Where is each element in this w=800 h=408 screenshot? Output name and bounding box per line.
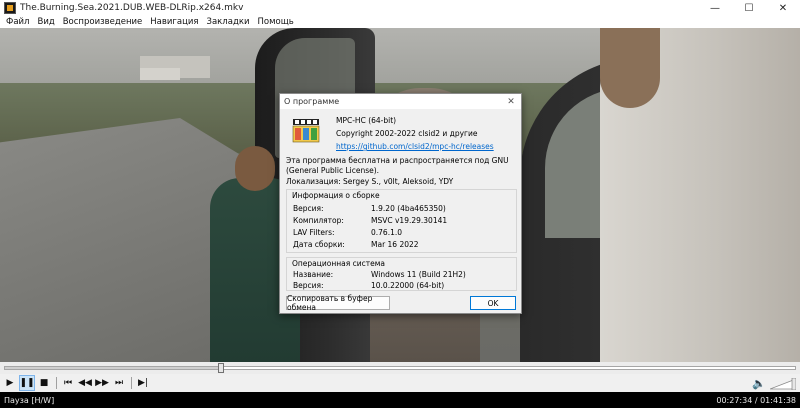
build-date-label: Дата сборки:: [293, 240, 345, 249]
dialog-close-button[interactable]: ✕: [505, 97, 517, 107]
os-info-group: Операционная система Название: Windows 1…: [286, 257, 517, 291]
build-lav-label: LAV Filters:: [293, 228, 335, 237]
build-info-group: Информация о сборке Версия: 1.9.20 (4ba4…: [286, 189, 517, 253]
pause-button[interactable]: ❚❚: [19, 375, 35, 391]
ok-button[interactable]: OK: [470, 296, 516, 310]
seek-thumb[interactable]: [218, 363, 225, 373]
playback-time: 00:27:34 / 01:41:38: [716, 395, 796, 405]
previous-button[interactable]: ⏮: [60, 375, 76, 391]
control-separator: [56, 377, 57, 389]
seek-track[interactable]: [4, 366, 796, 370]
window-controls: — ☐ ✕: [698, 0, 800, 16]
build-version-label: Версия:: [293, 204, 324, 213]
menu-file[interactable]: Файл: [2, 17, 33, 27]
rewind-button[interactable]: ◀◀: [77, 375, 93, 391]
control-bar: ▶ ❚❚ ■ ⏮ ◀◀ ▶▶ ⏭ ▶|: [0, 374, 800, 392]
title-bar: The.Burning.Sea.2021.DUB.WEB-DLRip.x264.…: [0, 0, 800, 16]
about-dialog: О программе ✕ MPC-HC (64-bit) Copyright …: [279, 93, 522, 314]
menu-navigate[interactable]: Навигация: [146, 17, 202, 27]
copyright-text: Copyright 2002-2022 clsid2 и другие: [336, 129, 478, 138]
close-button[interactable]: ✕: [766, 0, 800, 16]
menu-help[interactable]: Помощь: [254, 17, 298, 27]
play-button[interactable]: ▶: [2, 375, 18, 391]
releases-link[interactable]: https://github.com/clsid2/mpc-hc/release…: [336, 142, 494, 151]
seek-bar[interactable]: [0, 362, 800, 374]
dialog-title: О программе: [284, 97, 340, 106]
menu-view[interactable]: Вид: [33, 17, 58, 27]
menu-favorites[interactable]: Закладки: [203, 17, 254, 27]
license-text: Эта программа бесплатна и распространяет…: [286, 156, 509, 175]
dialog-title-bar: О программе ✕: [280, 94, 521, 109]
mpc-hc-logo-icon: [292, 119, 320, 143]
seek-progress-fill: [5, 367, 223, 369]
stop-button[interactable]: ■: [36, 375, 52, 391]
os-version-value: 10.0.22000 (64-bit): [371, 281, 445, 290]
build-info-title: Информация о сборке: [292, 191, 380, 200]
build-lav-value: 0.76.1.0: [371, 228, 403, 237]
mpc-hc-window: The.Burning.Sea.2021.DUB.WEB-DLRip.x264.…: [0, 0, 800, 408]
build-date-value: Mar 16 2022: [371, 240, 419, 249]
os-name-label: Название:: [293, 270, 334, 279]
minimize-button[interactable]: —: [698, 0, 732, 16]
os-name-value: Windows 11 (Build 21H2): [371, 270, 466, 279]
maximize-button[interactable]: ☐: [732, 0, 766, 16]
product-name: MPC-HC (64-bit): [336, 116, 397, 125]
control-separator: [131, 377, 132, 389]
next-button[interactable]: ⏭: [111, 375, 127, 391]
app-icon: [4, 2, 16, 14]
menu-bar: Файл Вид Воспроизведение Навигация Закла…: [0, 16, 800, 28]
os-version-label: Версия:: [293, 281, 324, 290]
volume-slider[interactable]: [770, 378, 796, 390]
build-version-value: 1.9.20 (4ba465350): [371, 204, 446, 213]
window-title: The.Burning.Sea.2021.DUB.WEB-DLRip.x264.…: [20, 3, 244, 13]
menu-play[interactable]: Воспроизведение: [59, 17, 147, 27]
frame-step-button[interactable]: ▶|: [135, 375, 151, 391]
status-bar: Пауза [H/W] 00:27:34 / 01:41:38: [0, 392, 800, 408]
forward-button[interactable]: ▶▶: [94, 375, 110, 391]
volume-icon[interactable]: 🔈: [752, 376, 766, 390]
video-woman-hair: [600, 28, 660, 108]
video-building-small: [140, 68, 180, 80]
build-compiler-label: Компилятор:: [293, 216, 344, 225]
video-child-head: [235, 146, 275, 191]
copy-to-clipboard-button[interactable]: Скопировать в буфер обмена: [286, 294, 390, 312]
os-info-title: Операционная система: [292, 259, 386, 268]
build-compiler-value: MSVC v19.29.30141: [371, 216, 448, 225]
localization-text: Локализация: Sergey S., v0lt, Aleksoid, …: [286, 177, 454, 186]
playback-status: Пауза [H/W]: [4, 395, 55, 405]
